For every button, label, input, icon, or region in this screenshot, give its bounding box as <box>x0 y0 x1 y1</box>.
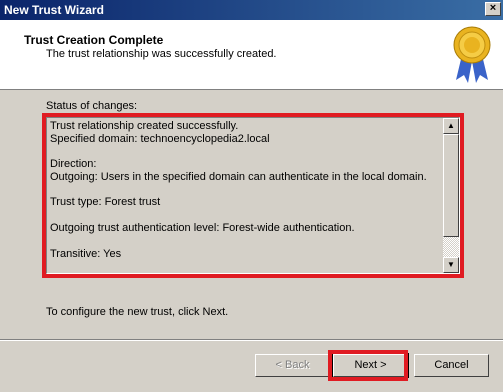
divider <box>0 339 503 341</box>
page-title: Trust Creation Complete <box>24 33 164 47</box>
status-label: Status of changes: <box>46 100 138 112</box>
next-highlight-box <box>328 350 408 381</box>
page-subtitle: The trust relationship was successfully … <box>46 48 277 60</box>
close-button[interactable]: × <box>485 2 501 16</box>
back-button[interactable]: < Back <box>255 354 330 377</box>
status-highlight-box <box>42 113 464 278</box>
cancel-button[interactable]: Cancel <box>414 354 489 377</box>
instruction-text: To configure the new trust, click Next. <box>46 306 229 318</box>
award-seal-icon <box>453 26 491 83</box>
wizard-header: Trust Creation Complete The trust relati… <box>0 20 503 90</box>
window-title: New Trust Wizard <box>4 3 104 17</box>
title-bar: New Trust Wizard × <box>0 0 503 20</box>
